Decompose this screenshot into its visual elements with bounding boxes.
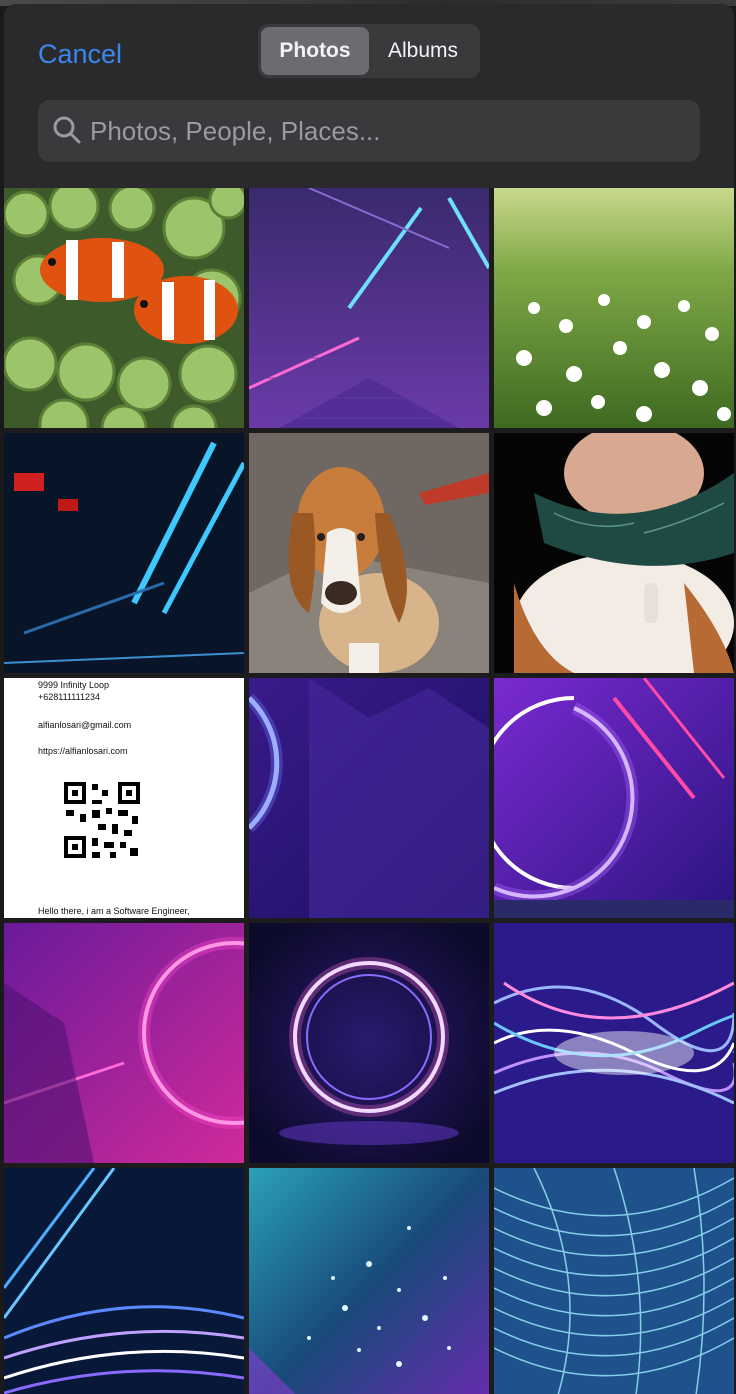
doc-phone: +628111111234: [38, 692, 100, 702]
search-bar: [38, 100, 700, 162]
segment-photos[interactable]: Photos: [261, 27, 369, 75]
doc-bio: Hello there, i am a Software Engineer,: [38, 906, 190, 916]
photo-neon-circle-partial[interactable]: [249, 678, 489, 918]
photo-basset-bandana[interactable]: [494, 433, 734, 673]
photo-picker-sheet: Cancel Photos Albums Photos, People, Pla…: [4, 4, 734, 1394]
doc-address: 9999 Infinity Loop: [38, 680, 110, 690]
search-input[interactable]: [90, 100, 690, 162]
photo-grid: 9999 Infinity Loop +628111111234 alfianl…: [4, 188, 734, 1394]
picker-header: Cancel Photos Albums: [4, 4, 734, 188]
photo-neon-ring-center[interactable]: [249, 923, 489, 1163]
photo-neon-triangle[interactable]: [249, 188, 489, 428]
doc-email: alfianlosari@gmail.com: [38, 720, 132, 730]
segment-albums[interactable]: Albums: [369, 27, 477, 75]
photo-blue-neon-lines[interactable]: [4, 433, 244, 673]
doc-website: https://alfianlosari.com: [38, 746, 128, 756]
photo-clownfish[interactable]: [4, 188, 244, 428]
photo-meadow-flowers[interactable]: [494, 188, 734, 428]
photo-cyan-particles[interactable]: [249, 1168, 489, 1394]
photos-albums-segmented-control: Photos Albums: [258, 24, 480, 78]
qr-code-icon: [62, 780, 142, 860]
photo-basset-hound[interactable]: [249, 433, 489, 673]
search-icon: [53, 116, 81, 144]
photo-purple-neon-arc[interactable]: [494, 678, 734, 918]
photo-business-card-document[interactable]: 9999 Infinity Loop +628111111234 alfianl…: [4, 678, 244, 918]
cancel-button[interactable]: Cancel: [38, 34, 122, 74]
photo-pink-neon-ring[interactable]: [4, 923, 244, 1163]
photo-cyan-light-fibers[interactable]: [494, 1168, 734, 1394]
photo-purple-light-streaks[interactable]: [494, 923, 734, 1163]
photo-blue-waves-light[interactable]: [4, 1168, 244, 1394]
